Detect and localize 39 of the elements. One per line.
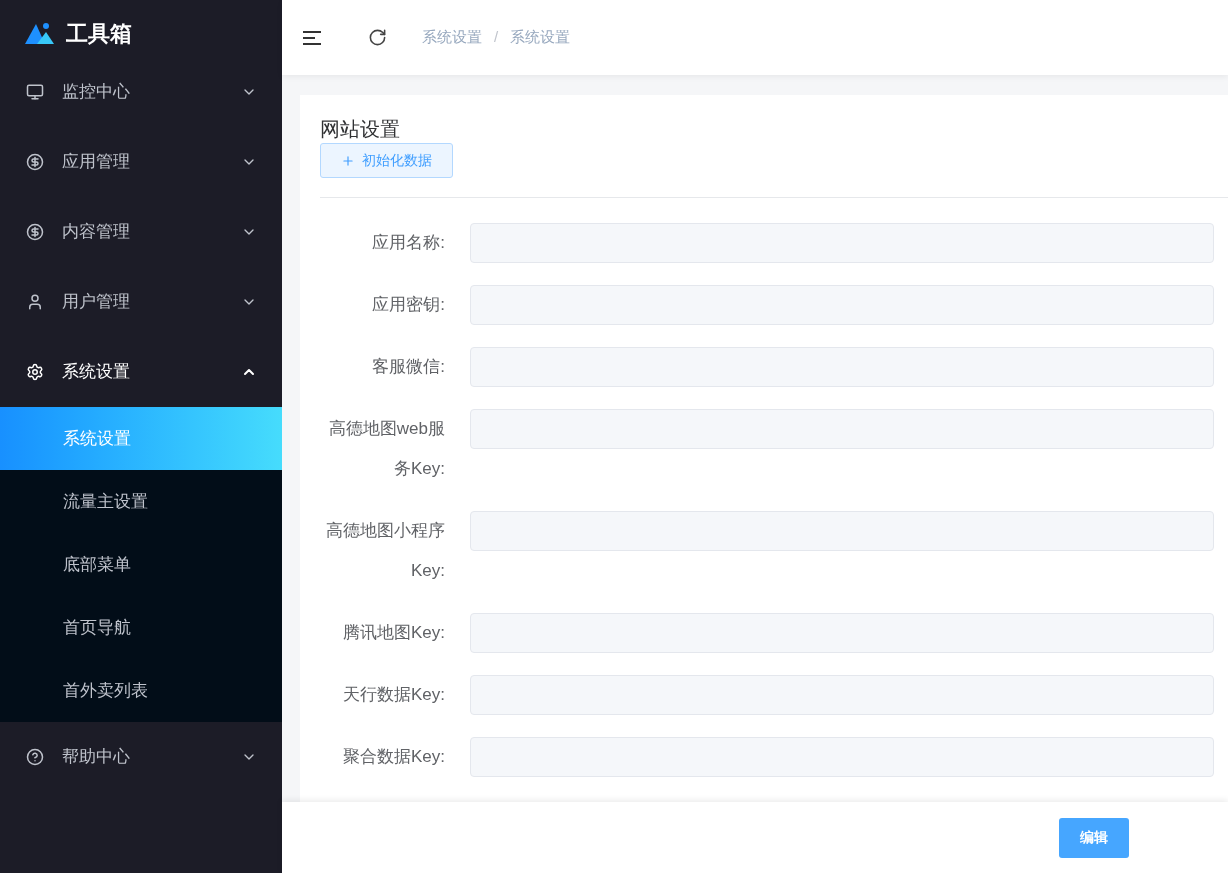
user-icon bbox=[26, 293, 44, 311]
submenu-item[interactable]: 首外卖列表 bbox=[0, 659, 282, 722]
dollar-icon bbox=[26, 153, 44, 171]
mountain-logo-icon bbox=[25, 22, 54, 44]
refresh-icon[interactable] bbox=[368, 28, 387, 47]
menu-item[interactable]: 帮助中心 bbox=[0, 722, 282, 792]
field-label: 客服微信: bbox=[371, 356, 446, 378]
submenu-item[interactable]: 首页导航 bbox=[0, 596, 282, 659]
submenu-item[interactable]: 流量主设置 bbox=[0, 470, 282, 533]
field-label: 高德地图web服务Key: bbox=[327, 418, 446, 480]
field-label: 腾讯地图Key: bbox=[341, 622, 446, 644]
input-field[interactable] bbox=[470, 675, 1214, 715]
menu-item[interactable]: 应用管理 bbox=[0, 127, 282, 197]
field-label: 聚合数据Key: bbox=[341, 746, 446, 768]
menu-item[interactable]: 用户管理 bbox=[0, 267, 282, 337]
help-icon bbox=[26, 748, 44, 766]
input-field[interactable] bbox=[470, 409, 1214, 449]
input-field[interactable] bbox=[470, 285, 1214, 325]
submenu-item[interactable]: 底部菜单 bbox=[0, 533, 282, 596]
input-field[interactable] bbox=[470, 737, 1214, 777]
field-label: 高德地图小程序Key: bbox=[325, 520, 446, 582]
input-field[interactable] bbox=[470, 223, 1214, 263]
menu-item[interactable]: 监控中心 bbox=[0, 57, 282, 127]
input-field[interactable] bbox=[470, 511, 1214, 551]
dollar-icon bbox=[26, 223, 44, 241]
breadcrumb-separator: / bbox=[494, 27, 499, 48]
field-label: 天行数据Key: bbox=[341, 684, 446, 706]
card-title: 网站设置 bbox=[320, 117, 401, 142]
input-field[interactable] bbox=[470, 613, 1214, 653]
field-label: 应用密钥: bbox=[371, 294, 446, 316]
plus-icon bbox=[341, 153, 355, 168]
monitor-icon bbox=[26, 83, 44, 101]
input-field[interactable] bbox=[470, 347, 1214, 387]
menu-item[interactable]: 内容管理 bbox=[0, 197, 282, 267]
logo-text: 工具箱 bbox=[66, 19, 132, 48]
field-label: 应用名称: bbox=[371, 232, 446, 254]
menu-icon[interactable] bbox=[303, 29, 321, 46]
menu-item[interactable]: 系统设置 bbox=[0, 337, 282, 407]
settings-icon bbox=[26, 363, 44, 381]
